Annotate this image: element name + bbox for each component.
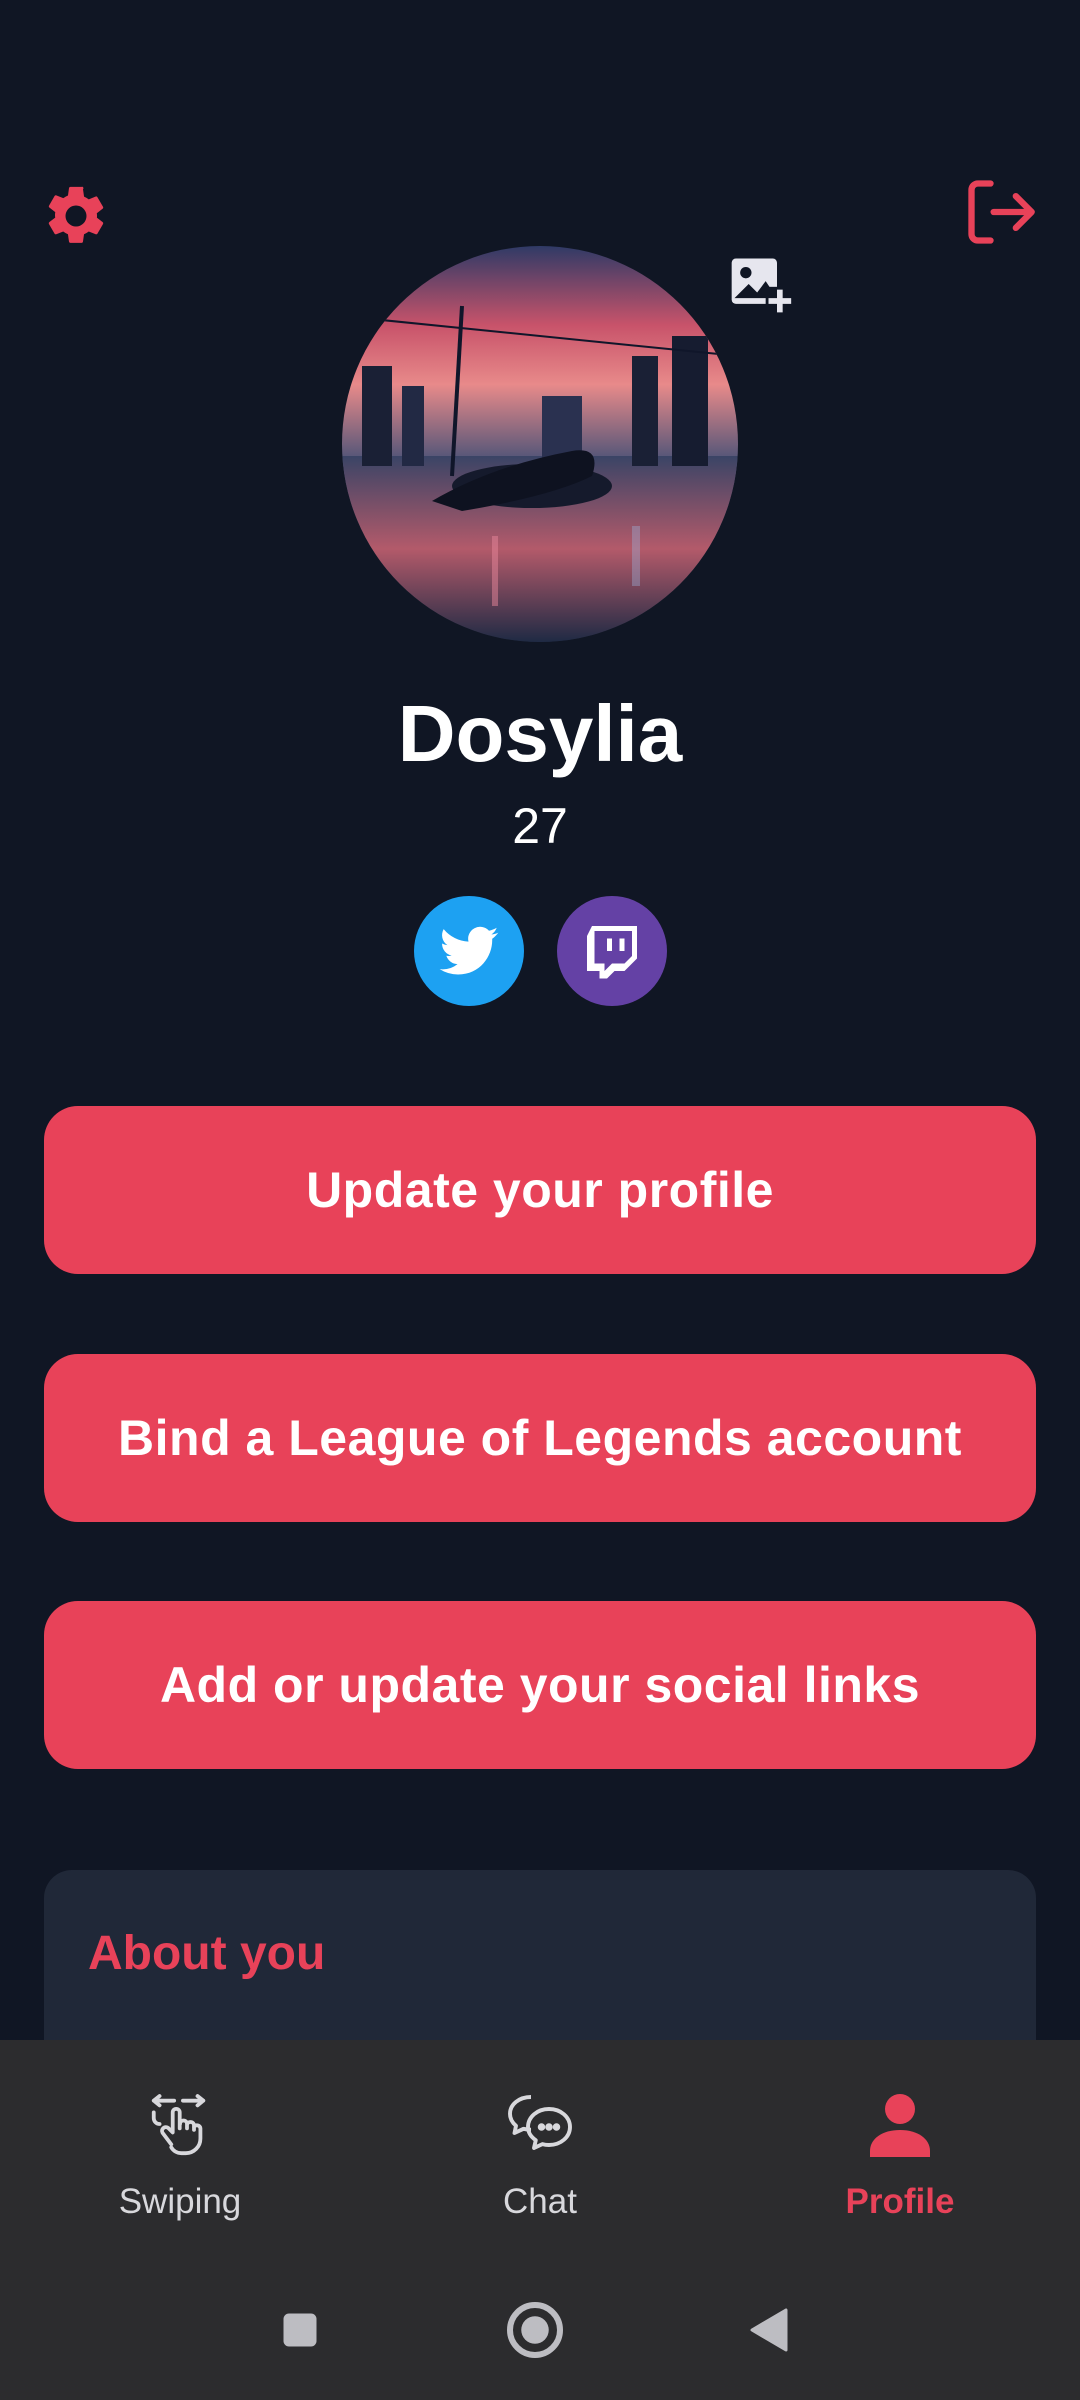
profile-avatar[interactable] xyxy=(342,246,738,642)
about-title: About you xyxy=(88,1927,326,1980)
person-icon xyxy=(850,2084,950,2164)
chat-bubbles-icon xyxy=(490,2084,590,2164)
update-profile-button[interactable]: Update your profile xyxy=(44,1106,1036,1274)
nav-item-profile[interactable]: Profile xyxy=(720,2040,1080,2260)
nav-label-swiping: Swiping xyxy=(118,2182,242,2221)
add-photo-icon[interactable] xyxy=(720,244,800,324)
profile-name: Dosylia xyxy=(397,689,683,778)
system-navigation-bar xyxy=(0,2260,1080,2400)
back-icon[interactable] xyxy=(730,2290,810,2370)
twitter-icon[interactable] xyxy=(414,896,524,1006)
gear-icon[interactable] xyxy=(36,176,116,256)
bottom-navigation: Swiping Chat Profile xyxy=(0,2040,1080,2260)
social-links-button[interactable]: Add or update your social links xyxy=(44,1601,1036,1769)
swipe-hand-icon xyxy=(130,2084,230,2164)
nav-label-chat: Chat xyxy=(503,2182,577,2221)
recent-apps-icon[interactable] xyxy=(260,2290,340,2370)
logout-icon[interactable] xyxy=(960,172,1040,252)
home-icon[interactable] xyxy=(495,2290,575,2370)
profile-age: 27 xyxy=(512,798,568,854)
bind-lol-account-button[interactable]: Bind a League of Legends account xyxy=(44,1354,1036,1522)
nav-label-profile: Profile xyxy=(845,2182,955,2221)
twitch-icon[interactable] xyxy=(557,896,667,1006)
nav-item-chat[interactable]: Chat xyxy=(360,2040,720,2260)
nav-item-swiping[interactable]: Swiping xyxy=(0,2040,360,2260)
profile-screen: Dosylia 27 Update your profile Bind a Le… xyxy=(0,0,1080,2400)
